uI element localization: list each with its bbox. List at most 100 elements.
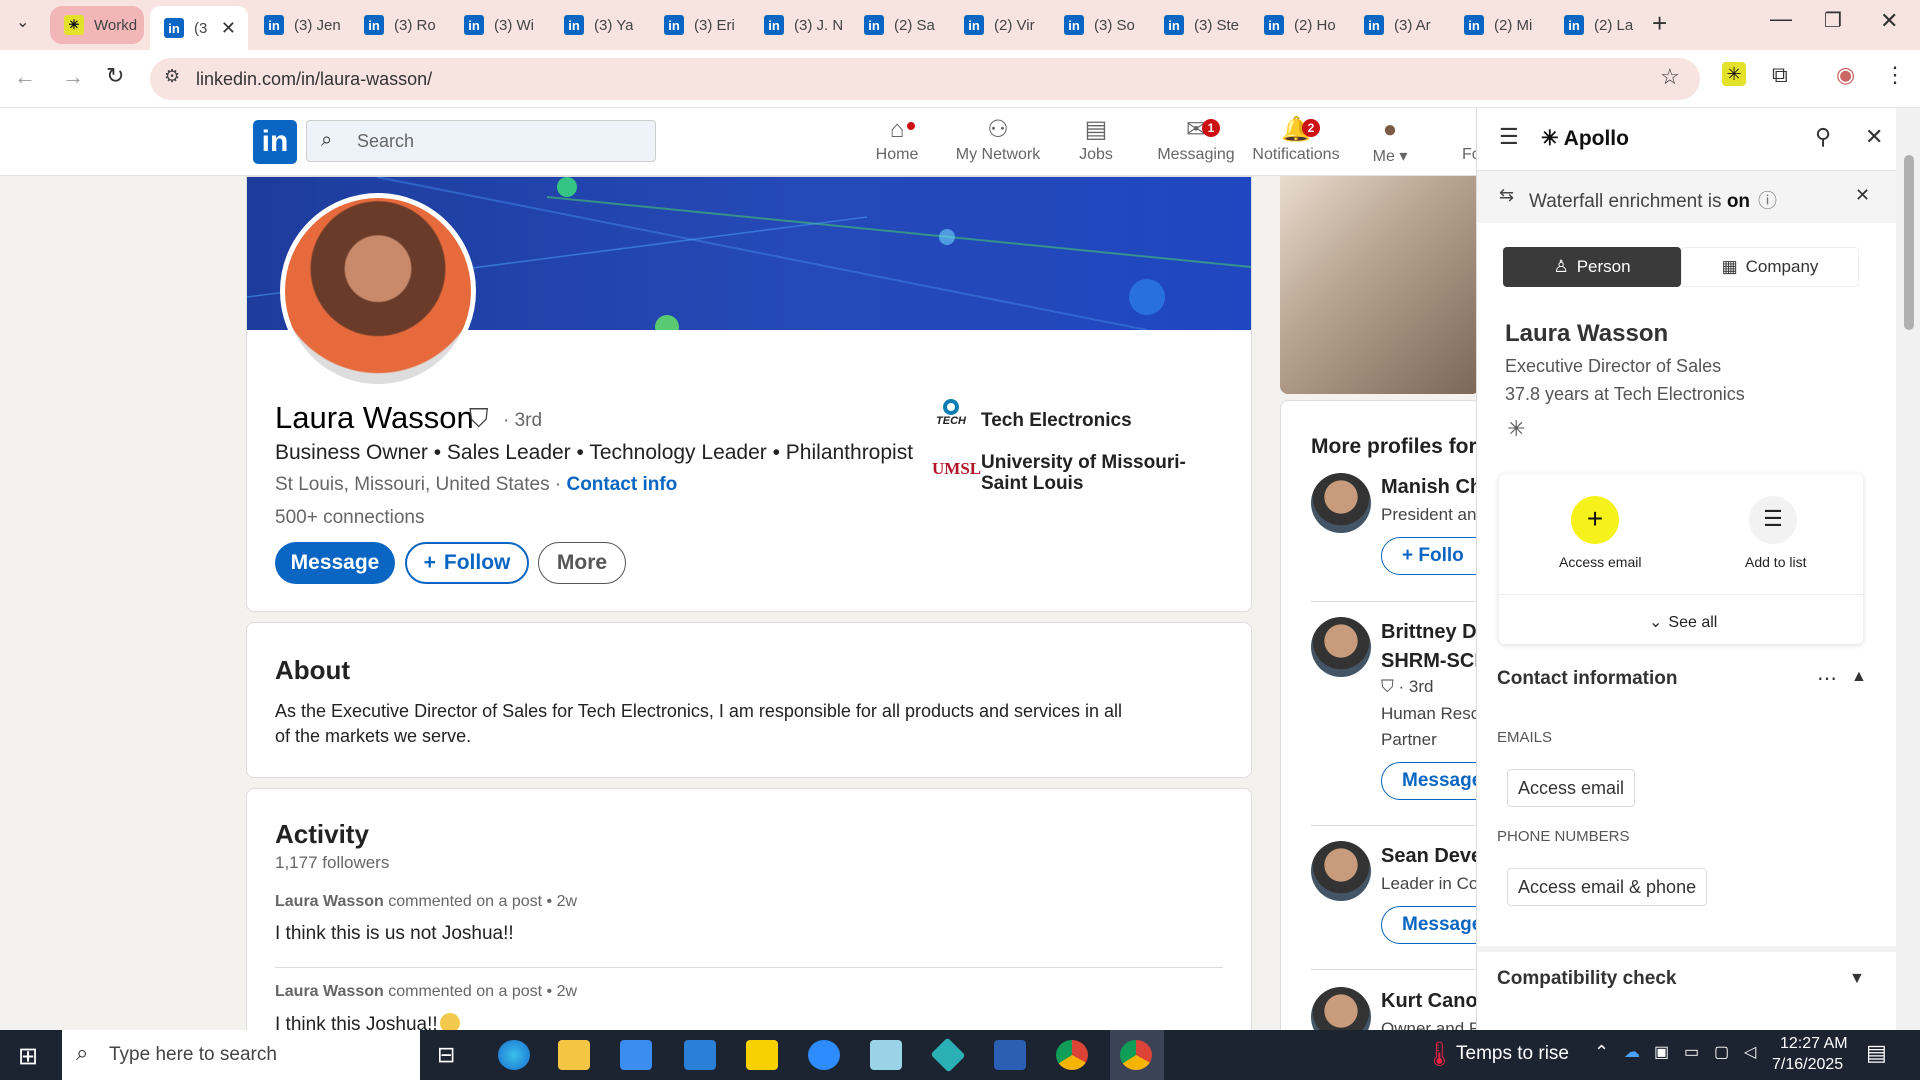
linkedin-logo[interactable]: in — [253, 120, 297, 164]
access-email-phone-button[interactable]: Access email & phone — [1507, 868, 1708, 906]
current-company[interactable]: Tech Electronics — [981, 410, 1132, 432]
browser-tab[interactable]: in (3) So — [1050, 6, 1144, 44]
task-view-icon[interactable]: ⊟ — [437, 1042, 455, 1068]
linkedin-search-input[interactable]: ⌕ Search — [306, 120, 656, 162]
browser-menu-icon[interactable]: ⋮ — [1884, 62, 1906, 88]
zoom-icon[interactable] — [808, 1040, 840, 1070]
list-icon[interactable]: ☰ — [1749, 496, 1797, 544]
person-name[interactable]: Brittney Da — [1381, 621, 1479, 644]
message-button[interactable]: Message — [275, 542, 395, 584]
clock-date[interactable]: 7/16/2025 — [1772, 1056, 1843, 1074]
activity-item-1-text[interactable]: I think this is us not Joshua!! — [275, 923, 514, 945]
browser-tab[interactable]: in (3) Jen — [250, 6, 344, 44]
person-name[interactable]: Manish Ch — [1381, 476, 1479, 499]
notifications-icon[interactable]: ▤ — [1866, 1040, 1887, 1066]
nav-me[interactable]: ● Me ▾ — [1340, 114, 1440, 166]
taskbar-search-input[interactable]: ⌕ Type here to search — [62, 1030, 420, 1080]
chrome-icon[interactable] — [1056, 1040, 1088, 1070]
browser-tab[interactable]: in (3) J. N — [750, 6, 844, 44]
sticky-notes-icon[interactable] — [746, 1040, 778, 1070]
chrome-active-icon[interactable] — [1120, 1040, 1152, 1070]
back-icon[interactable]: ← — [14, 64, 36, 90]
browser-tab[interactable]: in (3) Wi — [450, 6, 544, 44]
browser-tab[interactable]: in (3) Ar — [1350, 6, 1444, 44]
close-tab-icon[interactable]: ✕ — [221, 18, 236, 39]
clock-time[interactable]: 12:27 AM — [1780, 1035, 1848, 1053]
compatibility-check-title[interactable]: Compatibility check — [1497, 968, 1677, 990]
store-icon[interactable] — [620, 1040, 652, 1070]
battery-icon[interactable]: ▭ — [1684, 1042, 1699, 1062]
browser-tab[interactable]: in (2) Vir — [950, 6, 1044, 44]
follow-person-button[interactable]: + Follo — [1381, 537, 1479, 575]
bug-report-icon[interactable]: ⚲ — [1815, 124, 1831, 150]
access-email-action-icon[interactable]: + — [1571, 496, 1619, 544]
volume-icon[interactable]: ◁ — [1744, 1042, 1756, 1062]
profile-avatar-icon[interactable]: ◉ — [1836, 62, 1855, 88]
network-icon[interactable]: ▢ — [1714, 1042, 1729, 1062]
expand-down-icon[interactable]: ▼ — [1849, 970, 1865, 988]
access-email-action-label[interactable]: Access email — [1559, 554, 1641, 570]
message-person-button[interactable]: Message — [1381, 762, 1479, 800]
app-icon[interactable] — [870, 1040, 902, 1070]
browser-tab[interactable]: in (2) Sa — [850, 6, 944, 44]
see-all-link[interactable]: ⌄ See all — [1649, 612, 1717, 632]
add-to-list-label[interactable]: Add to list — [1745, 554, 1806, 570]
word-icon[interactable] — [994, 1040, 1026, 1070]
more-options-icon[interactable]: ⋯ — [1817, 666, 1837, 691]
url-input[interactable]: ⚙ linkedin.com/in/laura-wasson/ ☆ — [150, 58, 1700, 100]
hamburger-menu-icon[interactable]: ☰ — [1499, 124, 1519, 150]
connections-count[interactable]: 500+ connections — [275, 507, 424, 529]
browser-tab[interactable]: in (3 ✕ — [150, 6, 248, 50]
nav-notifications[interactable]: 🔔 Notifications 2 — [1246, 114, 1346, 164]
panel-scrollbar-thumb[interactable] — [1904, 155, 1914, 330]
apollo-extension-icon[interactable]: ✳ — [1722, 62, 1746, 86]
bookmark-star-icon[interactable]: ☆ — [1660, 64, 1680, 90]
windows-start-icon[interactable]: ⊞ — [18, 1042, 38, 1071]
tray-chevron-icon[interactable]: ⌃ — [1594, 1042, 1609, 1063]
close-panel-icon[interactable]: ✕ — [1865, 124, 1883, 150]
reload-icon[interactable]: ↻ — [106, 63, 124, 89]
app-diamond-icon[interactable] — [930, 1037, 966, 1073]
access-email-button[interactable]: Access email — [1507, 769, 1636, 807]
nav-jobs[interactable]: ▤ Jobs — [1046, 114, 1146, 164]
onedrive-icon[interactable]: ☁ — [1624, 1042, 1640, 1062]
collapse-up-icon[interactable]: ▲ — [1851, 668, 1867, 686]
person-photo[interactable] — [1311, 617, 1371, 677]
restore-icon[interactable]: ❐ — [1824, 8, 1842, 33]
browser-tab[interactable]: in (2) Mi — [1450, 6, 1544, 44]
follow-button[interactable]: + Follow — [405, 542, 529, 584]
activity-author[interactable]: Laura Wasson — [275, 893, 384, 910]
browser-tab[interactable]: in (3) Ya — [550, 6, 644, 44]
school-name[interactable]: University of Missouri-Saint Louis — [981, 452, 1221, 494]
browser-tab[interactable]: in (2) Ho — [1250, 6, 1344, 44]
more-button[interactable]: More — [538, 542, 626, 584]
close-banner-icon[interactable]: ✕ — [1855, 185, 1870, 206]
person-tab[interactable]: ♙ Person — [1503, 247, 1681, 287]
info-icon[interactable]: ⓘ — [1758, 191, 1777, 212]
mail-icon[interactable] — [684, 1040, 716, 1070]
browser-tab[interactable]: in (3) Ste — [1150, 6, 1244, 44]
profile-photo[interactable] — [280, 193, 476, 389]
weather-text[interactable]: Temps to rise — [1456, 1043, 1569, 1065]
nav-my-network[interactable]: ⚇ My Network — [948, 114, 1048, 164]
tab-search-icon[interactable]: ⌄ — [16, 12, 29, 32]
edge-icon[interactable] — [498, 1040, 530, 1070]
meet-icon[interactable]: ▣ — [1654, 1042, 1669, 1062]
browser-tab[interactable]: in (2) La — [1550, 6, 1644, 44]
new-tab-icon[interactable]: + — [1652, 8, 1667, 39]
nav-messaging[interactable]: ✉ Messaging 1 — [1146, 114, 1246, 164]
browser-tab[interactable]: ✳ Workd — [50, 6, 144, 44]
file-explorer-icon[interactable] — [558, 1040, 590, 1070]
company-tab[interactable]: ▦ Company — [1681, 247, 1859, 287]
verified-shield-icon[interactable]: ⛉ — [469, 403, 489, 435]
nav-home[interactable]: ⌂ Home — [847, 114, 947, 164]
forward-icon[interactable]: → — [62, 64, 84, 90]
extensions-puzzle-icon[interactable]: ⧉ — [1772, 62, 1788, 88]
message-person-button[interactable]: Message — [1381, 906, 1479, 944]
minimize-icon[interactable]: — — [1770, 6, 1792, 32]
browser-tab[interactable]: in (3) Ro — [350, 6, 444, 44]
browser-tab[interactable]: in (3) Eri — [650, 6, 744, 44]
person-name[interactable]: Kurt Canov — [1381, 990, 1479, 1013]
person-name[interactable]: Sean Deve — [1381, 845, 1479, 868]
person-photo[interactable] — [1311, 473, 1371, 533]
